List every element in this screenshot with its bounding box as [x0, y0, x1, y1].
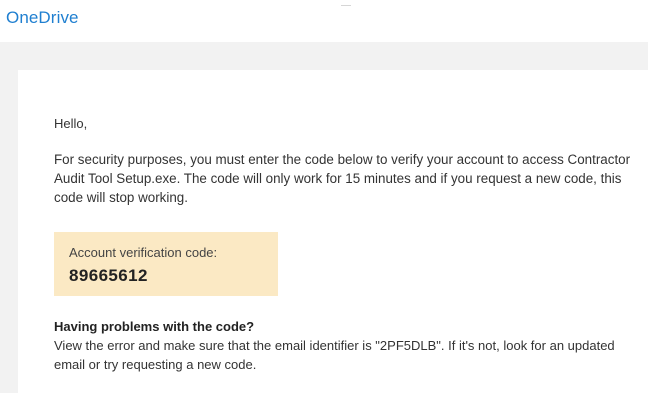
- email-intro-text: For security purposes, you must enter th…: [54, 152, 631, 205]
- top-bar: OneDrive: [0, 0, 648, 42]
- verification-code-label: Account verification code:: [69, 245, 218, 260]
- problems-heading: Having problems with the code?: [54, 319, 255, 334]
- onedrive-logo-text[interactable]: OneDrive: [6, 8, 79, 28]
- verification-code-box: Account verification code: 89665612: [54, 232, 278, 296]
- problems-body-text: View the error and make sure that the em…: [54, 338, 615, 372]
- email-greeting: Hello,: [54, 116, 88, 131]
- top-divider-mark: [341, 5, 351, 6]
- email-card: Hello, For security purposes, you must e…: [18, 70, 648, 393]
- verification-code-value[interactable]: 89665612: [69, 266, 148, 286]
